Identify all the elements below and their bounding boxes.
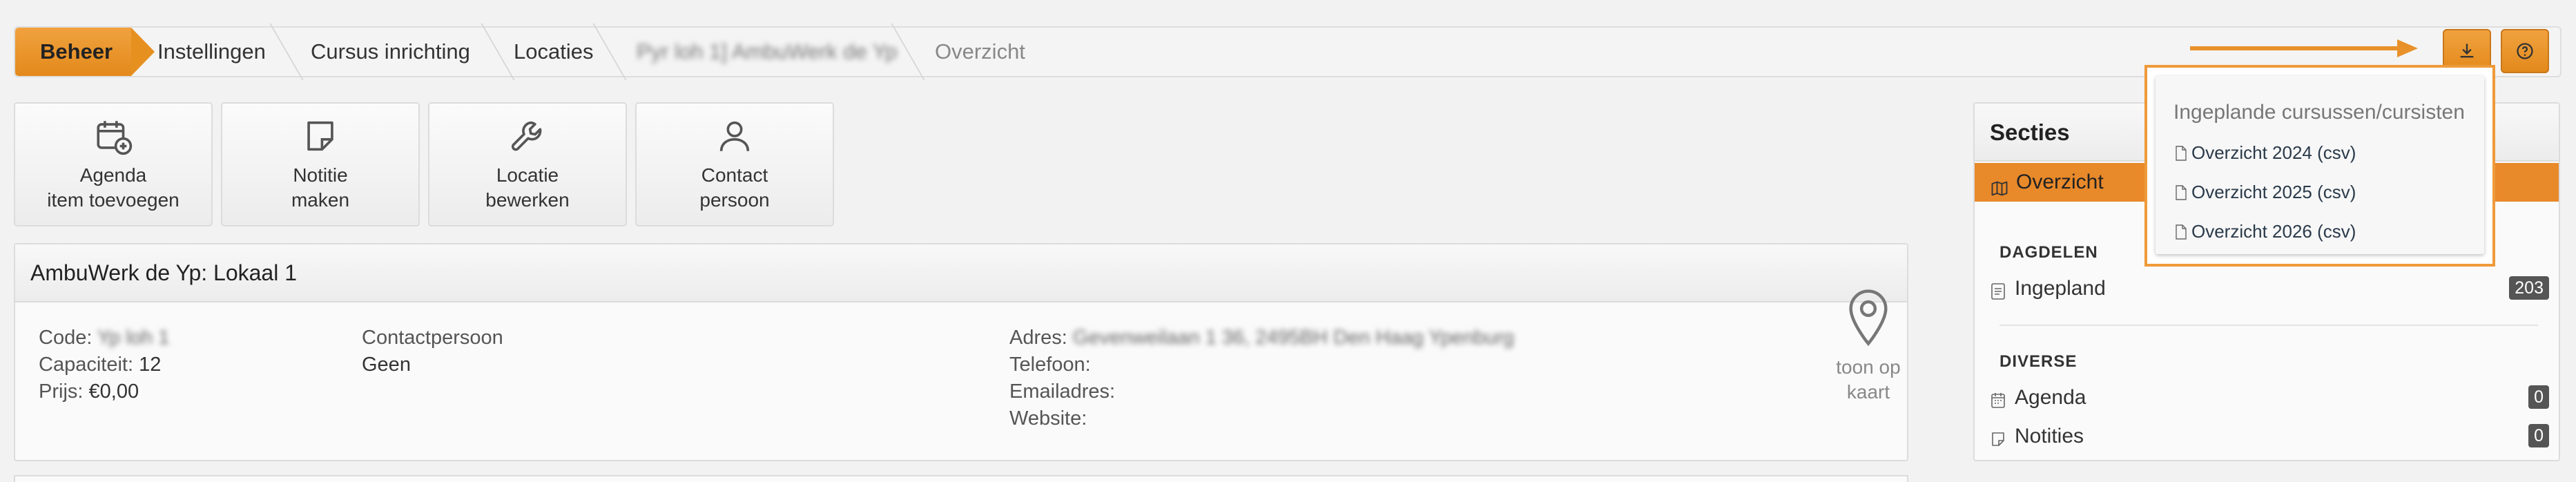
tile-label-line2: item toevoegen	[47, 189, 180, 211]
annotation-arrow-head	[2397, 39, 2418, 57]
capacity-value: 12	[139, 354, 162, 376]
website-label: Website:	[1009, 407, 1087, 430]
dropdown-item-label: Overzicht 2026 (csv)	[2191, 221, 2356, 242]
tile-label: Locatie bewerken	[429, 163, 626, 213]
dropdown-item-label: Overzicht 2025 (csv)	[2191, 182, 2356, 202]
breadcrumb-overzicht: Overzicht	[935, 39, 1025, 64]
dropdown-item-label: Overzicht 2024 (csv)	[2191, 142, 2356, 163]
location-title: AmbuWerk de Yp: Lokaal 1	[15, 244, 1907, 302]
address-field: Adres: Gevenweilaan 1 36, 2495BH Den Haa…	[1009, 325, 1514, 351]
download-dropdown: Ingeplande cursussen/cursisten Overzicht…	[2144, 65, 2495, 267]
export-2025-csv[interactable]: Overzicht 2025 (csv)	[2175, 182, 2356, 205]
note-icon	[307, 121, 333, 151]
address-label: Adres:	[1009, 327, 1067, 349]
tile-label: Contact persoon	[637, 163, 833, 213]
count-badge: 0	[2528, 385, 2549, 409]
tile-label-line1: Notitie	[293, 164, 348, 186]
map-link-line1: toon op	[1836, 356, 1901, 378]
contact-person-button[interactable]: Contact persoon	[635, 102, 834, 226]
annotation-arrow	[2190, 46, 2401, 50]
sidebar-item-agenda[interactable]: Agenda 0	[1990, 384, 2549, 412]
file-icon	[2175, 184, 2187, 205]
tile-label: Agenda item toevoegen	[15, 163, 211, 213]
dropdown-heading: Ingeplande cursussen/cursisten	[2173, 101, 2465, 124]
map-pin-icon	[1849, 289, 1888, 347]
sidebar-item-label: Notities	[2015, 425, 2084, 447]
note-icon	[1990, 428, 2006, 456]
make-note-button[interactable]: Notitie maken	[221, 102, 420, 226]
location-panel: AmbuWerk de Yp: Lokaal 1 Code: Yp loh 1 …	[14, 243, 1908, 461]
sidebar-item-ingepland[interactable]: Ingepland 203	[1990, 275, 2549, 302]
breadcrumb-beheer[interactable]: Beheer	[15, 28, 155, 76]
tile-label-line1: Contact	[701, 164, 768, 186]
group-diverse: DIVERSE	[1999, 352, 2078, 371]
count-badge: 0	[2528, 424, 2549, 447]
file-icon	[2175, 223, 2187, 244]
sidebar-item-label: Overzicht	[2016, 171, 2104, 193]
edit-location-button[interactable]: Locatie bewerken	[428, 102, 627, 226]
calendar-plus-icon	[97, 121, 133, 155]
next-panel-edge	[14, 475, 1908, 482]
address-value: Gevenweilaan 1 36, 2495BH Den Haag Ypenb…	[1072, 327, 1514, 349]
map-link-line2: kaart	[1846, 381, 1890, 403]
tile-label-line1: Agenda	[79, 164, 147, 186]
person-icon	[719, 121, 750, 151]
sidebar-item-label: Ingepland	[2015, 277, 2106, 300]
export-2024-csv[interactable]: Overzicht 2024 (csv)	[2175, 142, 2356, 166]
sidebar-item-notities[interactable]: Notities 0	[1990, 423, 2549, 450]
list-icon	[1990, 280, 2006, 308]
group-dagdelen: DAGDELEN	[1999, 243, 2098, 262]
sidebar-item-label: Agenda	[2015, 386, 2086, 409]
code-label: Code:	[39, 327, 93, 349]
price-value: €0,00	[88, 380, 139, 403]
price-label: Prijs:	[39, 380, 84, 403]
tile-label-line1: Locatie	[496, 164, 559, 186]
breadcrumb-cursus-inrichting[interactable]: Cursus inrichting	[311, 28, 470, 76]
contact-value: Geen	[362, 354, 411, 376]
help-icon	[2517, 43, 2533, 59]
divider	[1999, 325, 2538, 326]
tile-label-line2: bewerken	[485, 189, 570, 211]
help-button[interactable]	[2501, 29, 2549, 73]
count-badge: 203	[2509, 276, 2549, 300]
add-agenda-item-button[interactable]: Agenda item toevoegen	[14, 102, 213, 226]
wrench-icon	[511, 121, 542, 151]
code-field: Code: Yp loh 1	[39, 325, 169, 351]
download-icon	[2460, 44, 2474, 58]
phone-label: Telefoon:	[1009, 354, 1091, 376]
tile-label-line2: maken	[291, 189, 350, 211]
map-icon	[1990, 173, 2009, 211]
export-2026-csv[interactable]: Overzicht 2026 (csv)	[2175, 221, 2356, 244]
capacity-label: Capaciteit:	[39, 354, 134, 376]
contact-label: Contactpersoon	[362, 327, 503, 349]
code-value: Yp loh 1	[97, 327, 170, 349]
breadcrumb-location[interactable]: Pyr loh 1] AmbuWerk de Yp	[637, 28, 897, 76]
email-label: Emailadres:	[1009, 380, 1116, 403]
capacity-field: Capaciteit: 12	[39, 351, 161, 378]
file-icon	[2175, 144, 2187, 166]
dropdown-menu: Ingeplande cursussen/cursisten Overzicht…	[2156, 76, 2484, 254]
tile-label: Notitie maken	[222, 163, 418, 213]
tile-label-line2: persoon	[699, 189, 770, 211]
calendar-icon	[1990, 389, 2006, 417]
price-field: Prijs: €0,00	[39, 378, 139, 405]
